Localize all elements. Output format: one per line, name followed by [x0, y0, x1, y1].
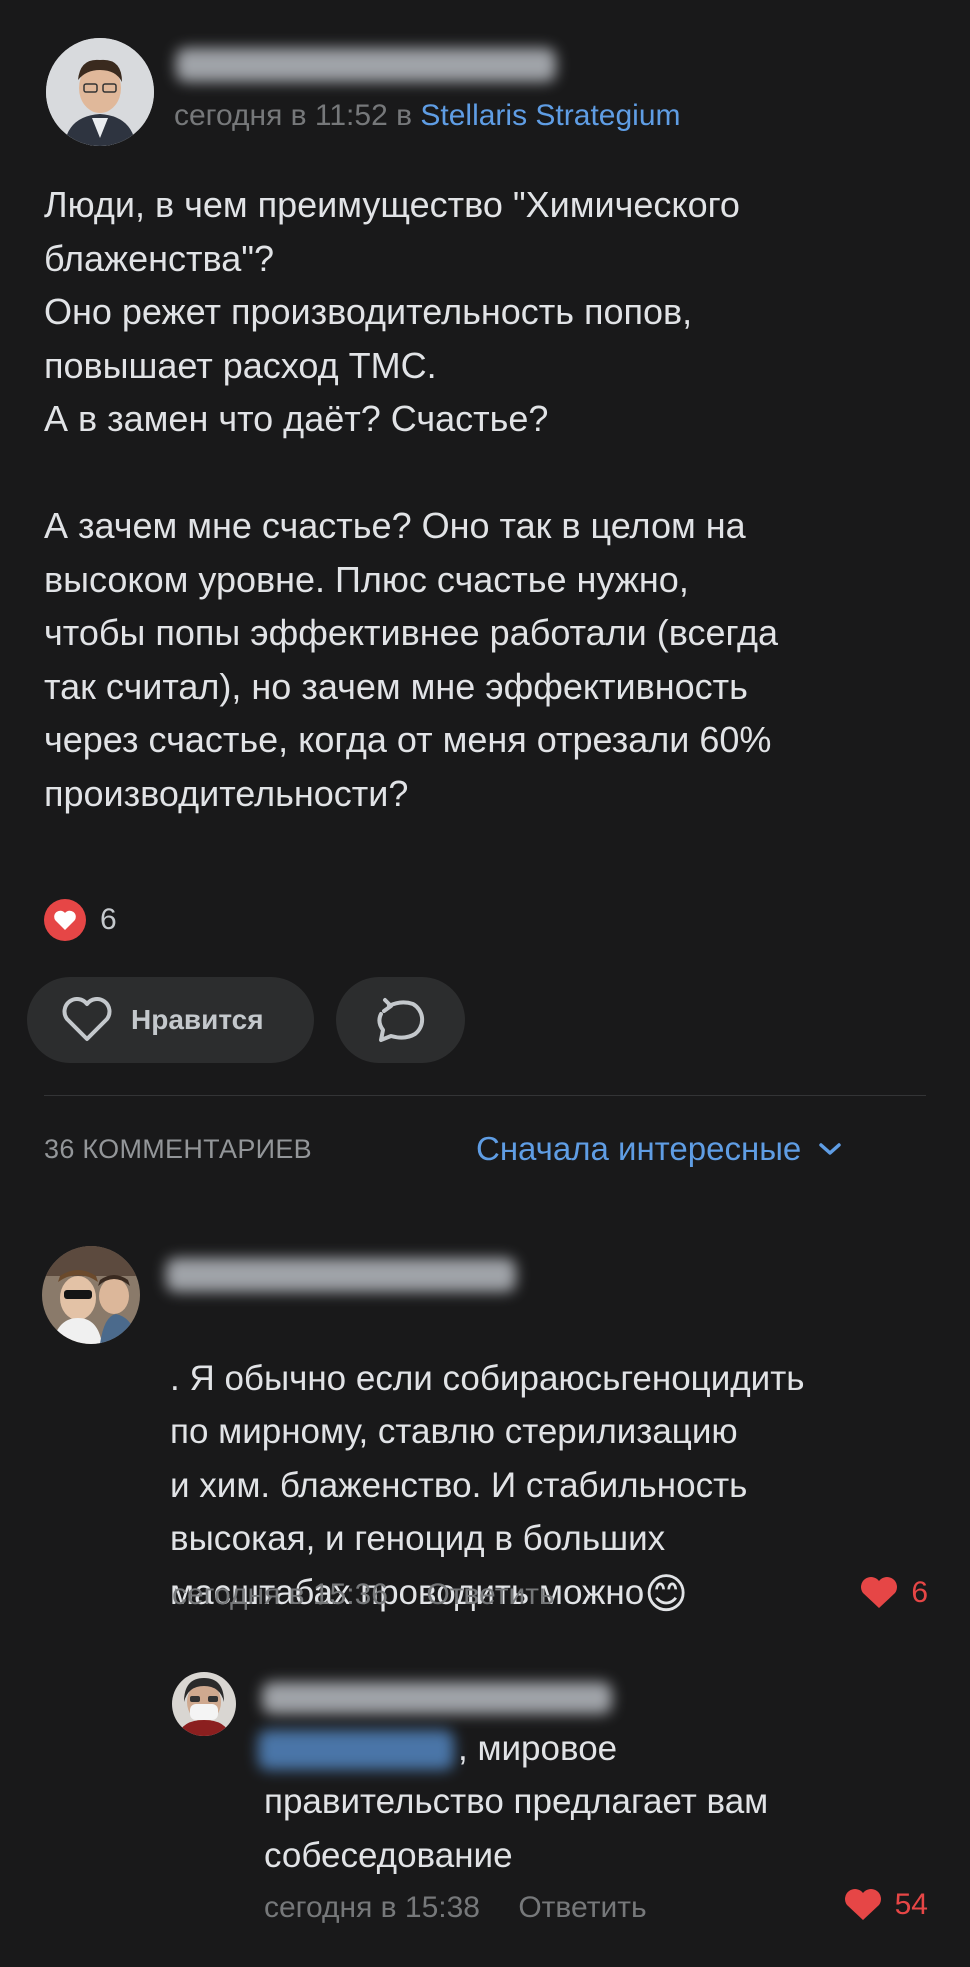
post-time: сегодня в 11:52 — [174, 99, 388, 132]
post-meta: сегодня в 11:52 в Stellaris Strategium — [174, 96, 681, 136]
reply-author-photo — [172, 1672, 236, 1736]
comment-like[interactable]: 6 — [859, 1576, 928, 1610]
section-divider — [44, 1095, 926, 1096]
heart-filled-icon — [844, 1889, 881, 1920]
like-button-label: Нравится — [131, 1004, 264, 1035]
community-link[interactable]: Stellaris Strategium — [420, 99, 680, 132]
chevron-down-icon — [819, 1143, 842, 1155]
share-button[interactable] — [336, 977, 465, 1063]
heart-reaction-icon — [44, 899, 86, 941]
reply-like[interactable]: 54 — [843, 1888, 928, 1922]
reply-time: сегодня в 15:38 — [264, 1891, 480, 1924]
like-button[interactable]: Нравится — [27, 977, 314, 1063]
heart-outline-icon — [62, 997, 112, 1041]
reactions-summary[interactable]: 6 — [44, 898, 117, 942]
author-name-redacted[interactable] — [176, 48, 556, 82]
reply-likes: 54 — [894, 1888, 928, 1921]
comment-time: сегодня в 15:36 — [172, 1578, 388, 1611]
comments-sort-dropdown[interactable]: Сначала интересные — [476, 1130, 843, 1168]
smile-emoji: 😊 — [644, 1569, 689, 1617]
share-icon — [376, 998, 424, 1042]
reply-reply-link[interactable]: Ответить — [518, 1891, 646, 1924]
reply-meta: сегодня в 15:38 Ответить — [264, 1888, 647, 1928]
comment-body: . Я обычно если собираюсьгеноцидить по м… — [170, 1358, 805, 1612]
commenter-photo — [42, 1246, 140, 1344]
comment-likes: 6 — [911, 1576, 928, 1609]
commenter-name-redacted[interactable] — [166, 1258, 516, 1292]
post-in-word: в — [396, 99, 413, 132]
comment-text: . Я обычно если собираюсьгеноцидить по м… — [170, 1298, 930, 1619]
reply-text: правительство предлагает вам собеседован… — [264, 1782, 769, 1875]
commenter-avatar[interactable] — [42, 1246, 140, 1344]
reply-text-first-line: , мировое — [458, 1729, 618, 1768]
author-avatar[interactable] — [46, 38, 154, 146]
reply-author-name-redacted[interactable] — [262, 1682, 612, 1714]
sort-label: Сначала интересные — [476, 1130, 802, 1167]
post-text: Люди, в чем преимущество "Химического бл… — [44, 184, 779, 814]
comment-meta: сегодня в 15:36 Ответить — [172, 1575, 555, 1615]
mentioned-user-redacted[interactable] — [258, 1730, 454, 1770]
heart-filled-icon — [861, 1577, 898, 1608]
author-photo — [46, 38, 154, 146]
reply-avatar[interactable] — [172, 1672, 236, 1736]
reply-link[interactable]: Ответить — [426, 1578, 554, 1611]
comments-count-label: 36 КОММЕНТАРИЕВ — [44, 1134, 312, 1164]
reactions-count: 6 — [100, 903, 117, 936]
